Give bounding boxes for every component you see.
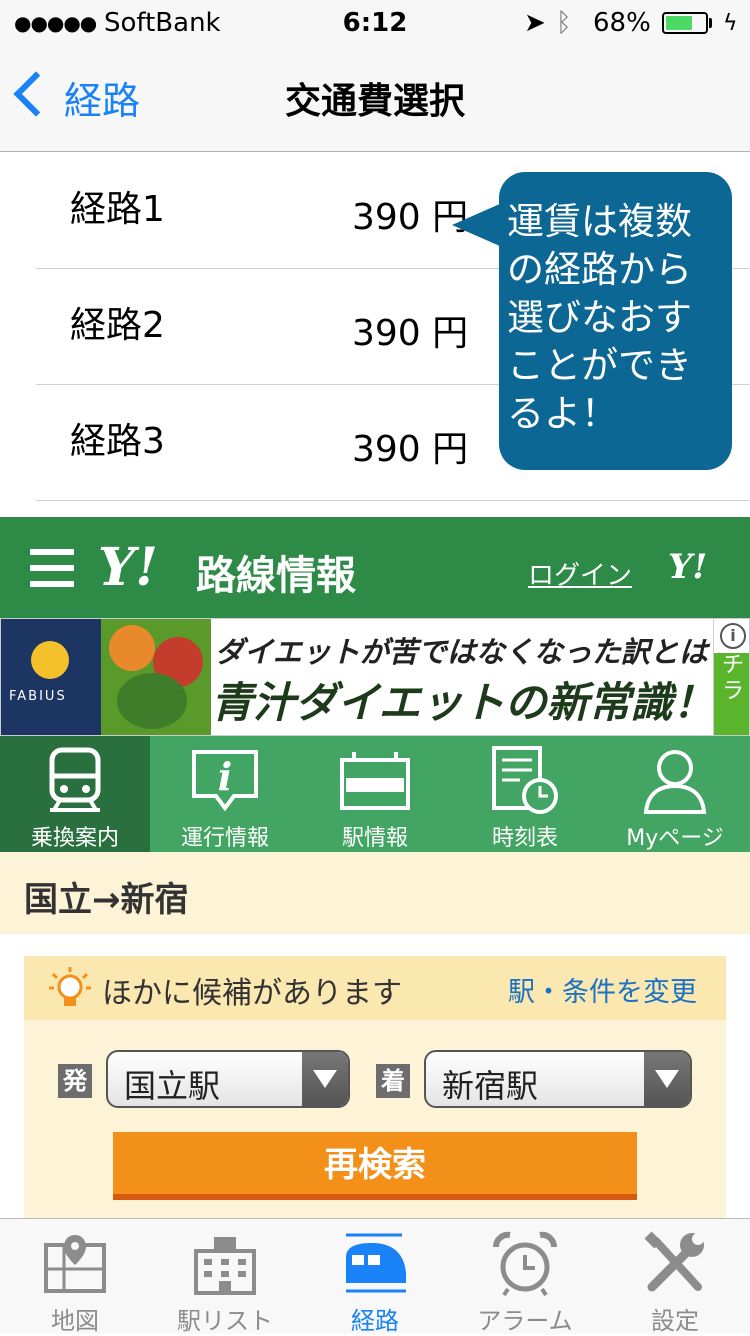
route-heading-text: 国立→新宿 — [24, 880, 189, 920]
battery-percent: 68% — [593, 8, 651, 38]
departure-tag: 発 — [58, 1064, 92, 1098]
location-arrow-icon: ➤ — [524, 8, 546, 38]
station-sign-icon — [340, 752, 410, 810]
info-icon: i — [192, 750, 258, 812]
sun-icon — [31, 641, 69, 679]
tabbar-label: 設定 — [651, 1307, 699, 1335]
tab-service-status[interactable]: i 運行情報 — [150, 736, 300, 852]
arrival-value: 新宿駅 — [442, 1067, 539, 1105]
tooltip-text: 運賃は複数の経路から選びなおすことができるよ！ — [507, 200, 692, 435]
ad-brand-name: FABIUS — [9, 689, 67, 704]
route-name: 経路2 — [70, 305, 165, 346]
yahoo-logo[interactable]: Y! — [98, 537, 158, 598]
train-icon — [49, 747, 101, 812]
candidate-panel: ほかに候補があります 駅・条件を変更 発 国立駅 着 新宿駅 再検索 — [24, 956, 726, 1218]
tabbar-item-map[interactable]: 地図 — [0, 1219, 150, 1335]
ad-side-label[interactable]: チラ — [714, 653, 749, 735]
battery-icon — [662, 12, 708, 34]
svg-text:i: i — [218, 754, 232, 799]
departure-value: 国立駅 — [124, 1067, 221, 1105]
alarm-clock-icon — [492, 1231, 558, 1297]
yahoo-header: Y! 路線情報 ログイン Y! — [0, 517, 750, 618]
ad-info-icon[interactable]: i — [720, 623, 746, 649]
research-button[interactable]: 再検索 — [113, 1132, 637, 1200]
route-price: 390 円 — [352, 197, 469, 238]
navigation-bar: 経路 交通費選択 — [0, 48, 750, 152]
ad-product-image — [101, 619, 211, 735]
charging-bolt-icon: ϟ — [723, 11, 738, 36]
tabbar-label: 地図 — [51, 1307, 99, 1335]
tab-timetable[interactable]: 時刻表 — [450, 736, 600, 852]
tab-label: 運行情報 — [180, 826, 269, 851]
chevron-down-icon[interactable] — [302, 1052, 348, 1106]
tabbar-label: アラーム — [477, 1307, 573, 1335]
ad-brand-logo: FABIUS — [1, 619, 101, 735]
battery-tip — [709, 18, 712, 28]
ad-side-panel[interactable]: i チラ — [713, 619, 749, 735]
tab-station-info[interactable]: 駅情報 — [300, 736, 450, 852]
train-icon — [346, 1233, 406, 1293]
bottom-tab-bar: 地図 駅リスト 経路 アラーム 設定 — [0, 1218, 750, 1335]
tab-label: 時刻表 — [491, 826, 558, 851]
tabbar-label: 駅リスト — [177, 1307, 273, 1335]
chevron-down-icon[interactable] — [644, 1052, 690, 1106]
tab-label: 乗換案内 — [30, 826, 119, 851]
tabbar-item-alarm[interactable]: アラーム — [450, 1219, 600, 1335]
tools-icon — [644, 1231, 704, 1292]
ad-banner[interactable]: FABIUS ダイエットが苦ではなくなった訳とは 青汁ダイエットの新常識！ i … — [0, 618, 750, 736]
arrival-tag: 着 — [376, 1064, 410, 1098]
battery-level — [666, 16, 692, 30]
lightbulb-icon — [49, 967, 91, 1006]
timetable-icon — [492, 746, 558, 814]
status-bar: ●●●●● SoftBank 6:12 ➤ ᛒ 68% ϟ — [0, 0, 750, 48]
route-name: 経路3 — [70, 421, 165, 462]
service-tab-nav: 乗換案内 i 運行情報 駅情報 時刻表 Myページ — [0, 736, 750, 852]
candidate-message: ほかに候補があります — [102, 976, 402, 1011]
tabbar-item-route[interactable]: 経路 — [300, 1219, 450, 1335]
route-name: 経路1 — [70, 189, 165, 230]
page-title: 交通費選択 — [284, 81, 465, 122]
ad-subheadline: 青汁ダイエットの新常識！ — [211, 678, 715, 727]
tooltip-tail — [452, 203, 502, 247]
candidate-header: ほかに候補があります 駅・条件を変更 — [24, 956, 726, 1020]
tab-label: Myページ — [626, 826, 724, 851]
tab-my-page[interactable]: Myページ — [600, 736, 750, 852]
bluetooth-icon: ᛒ — [556, 8, 572, 38]
tabbar-item-settings[interactable]: 設定 — [600, 1219, 750, 1335]
change-conditions-link[interactable]: 駅・条件を変更 — [508, 970, 697, 1009]
arrival-select[interactable]: 新宿駅 — [424, 1050, 692, 1108]
route-heading: 国立→新宿 — [0, 852, 750, 934]
route-price: 390 円 — [352, 429, 469, 470]
route-price: 390 円 — [352, 313, 469, 354]
ad-headline: ダイエットが苦ではなくなった訳とは — [215, 635, 708, 669]
login-link[interactable]: ログイン — [528, 555, 632, 592]
building-icon — [194, 1237, 256, 1295]
tabbar-item-station-list[interactable]: 駅リスト — [150, 1219, 300, 1335]
map-icon — [44, 1235, 106, 1293]
user-icon — [643, 750, 707, 814]
departure-select[interactable]: 国立駅 — [106, 1050, 350, 1108]
tab-label: 駅情報 — [341, 826, 408, 851]
tab-transfer[interactable]: 乗換案内 — [0, 736, 150, 852]
service-title: 路線情報 — [196, 553, 356, 599]
tabbar-label: 経路 — [351, 1307, 399, 1335]
hamburger-menu-icon[interactable] — [30, 549, 74, 587]
tooltip-bubble: 運賃は複数の経路から選びなおすことができるよ！ — [499, 172, 732, 470]
yahoo-home-logo[interactable]: Y! — [668, 547, 707, 587]
